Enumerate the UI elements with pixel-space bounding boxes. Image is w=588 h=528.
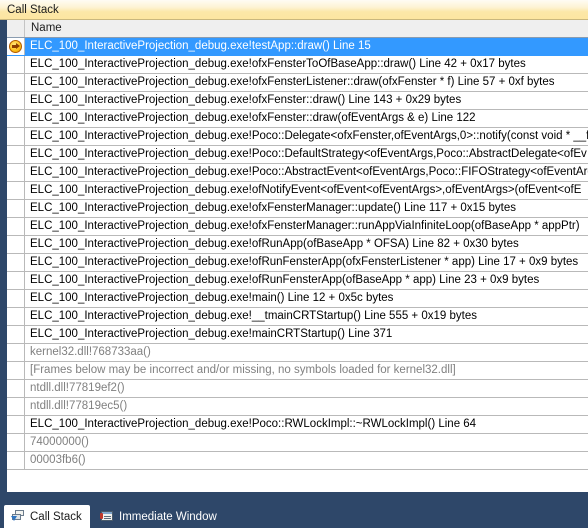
table-row[interactable]: ELC_100_InteractiveProjection_debug.exe!… [7,38,588,56]
stack-frame-name: ntdll.dll!77819ec5() [30,400,128,412]
table-row[interactable]: ELC_100_InteractiveProjection_debug.exe!… [7,308,588,326]
row-marker-cell [7,398,25,415]
stack-frame-name: ntdll.dll!77819ef2() [30,382,125,394]
stack-frame-name: ELC_100_InteractiveProjection_debug.exe!… [30,148,587,160]
table-row[interactable]: ntdll.dll!77819ef2() [7,380,588,398]
table-row[interactable]: ELC_100_InteractiveProjection_debug.exe!… [7,164,588,182]
stack-frame-name: ELC_100_InteractiveProjection_debug.exe!… [30,166,588,178]
table-row[interactable]: 74000000() [7,434,588,452]
table-row[interactable]: kernel32.dll!768733aa() [7,344,588,362]
table-row[interactable]: ELC_100_InteractiveProjection_debug.exe!… [7,182,588,200]
stack-frame-name: 00003fb6() [30,454,86,466]
call-stack-grid[interactable]: Name ELC_100_InteractiveProjection_debug… [7,20,588,492]
call-stack-window: Call Stack Name ELC_100_InteractiveProje… [0,0,588,528]
row-marker-cell [7,254,25,271]
stack-frame-name: ELC_100_InteractiveProjection_debug.exe!… [30,94,462,106]
table-row[interactable]: ELC_100_InteractiveProjection_debug.exe!… [7,218,588,236]
panel-title: Call Stack [7,4,59,16]
row-marker-cell [7,218,25,235]
table-row[interactable]: ELC_100_InteractiveProjection_debug.exe!… [7,416,588,434]
stack-frame-name: ELC_100_InteractiveProjection_debug.exe!… [30,40,371,52]
row-marker-cell [7,272,25,289]
table-row[interactable]: ELC_100_InteractiveProjection_debug.exe!… [7,200,588,218]
stack-frame-name: kernel32.dll!768733aa() [30,346,151,358]
table-row[interactable]: ELC_100_InteractiveProjection_debug.exe!… [7,74,588,92]
stack-frame-name: 74000000() [30,436,89,448]
table-row[interactable]: 00003fb6() [7,452,588,470]
stack-frame-name: ELC_100_InteractiveProjection_debug.exe!… [30,130,588,142]
table-row[interactable]: ELC_100_InteractiveProjection_debug.exe!… [7,236,588,254]
row-marker-cell [7,146,25,163]
stack-frame-name: ELC_100_InteractiveProjection_debug.exe!… [30,328,393,340]
table-row[interactable]: ELC_100_InteractiveProjection_debug.exe!… [7,128,588,146]
table-row[interactable]: [Frames below may be incorrect and/or mi… [7,362,588,380]
row-marker-cell [7,56,25,73]
column-header-name[interactable]: Name [25,20,588,37]
stack-frame-name: ELC_100_InteractiveProjection_debug.exe!… [30,274,540,286]
row-marker-cell [7,200,25,217]
grid-column-header: Name [7,20,588,38]
stack-frame-name: ELC_100_InteractiveProjection_debug.exe!… [30,256,579,268]
stack-frame-name: ELC_100_InteractiveProjection_debug.exe!… [30,310,477,322]
stack-frame-name: [Frames below may be incorrect and/or mi… [30,364,456,376]
stack-frame-name: ELC_100_InteractiveProjection_debug.exe!… [30,184,582,196]
stack-frame-name: ELC_100_InteractiveProjection_debug.exe!… [30,112,476,124]
current-statement-arrow-icon [9,40,22,53]
tab-call-stack[interactable]: Call Stack [4,505,90,528]
row-marker-cell [7,110,25,127]
row-marker-cell [7,362,25,379]
table-row[interactable]: ELC_100_InteractiveProjection_debug.exe!… [7,146,588,164]
table-row[interactable]: ELC_100_InteractiveProjection_debug.exe!… [7,290,588,308]
row-marker-cell [7,380,25,397]
row-marker-cell [7,452,25,469]
call-stack-row-list: ELC_100_InteractiveProjection_debug.exe!… [7,38,588,470]
table-row[interactable]: ELC_100_InteractiveProjection_debug.exe!… [7,56,588,74]
row-marker-cell [7,308,25,325]
row-marker-cell [7,74,25,91]
call-stack-icon [11,510,25,523]
table-row[interactable]: ELC_100_InteractiveProjection_debug.exe!… [7,272,588,290]
stack-frame-name: ELC_100_InteractiveProjection_debug.exe!… [30,220,580,232]
immediate-window-icon [100,510,114,523]
row-marker-cell [7,434,25,451]
row-marker-cell [7,326,25,343]
stack-frame-name: ELC_100_InteractiveProjection_debug.exe!… [30,58,526,70]
row-marker-cell [7,290,25,307]
stack-frame-name: ELC_100_InteractiveProjection_debug.exe!… [30,202,516,214]
stack-frame-name: ELC_100_InteractiveProjection_debug.exe!… [30,292,394,304]
row-marker-cell [7,92,25,109]
tab-immediate-window-label: Immediate Window [119,510,217,523]
table-row[interactable]: ELC_100_InteractiveProjection_debug.exe!… [7,92,588,110]
table-row[interactable]: ELC_100_InteractiveProjection_debug.exe!… [7,110,588,128]
panel-titlebar: Call Stack [0,0,588,20]
row-marker-cell [7,38,25,55]
table-row[interactable]: ELC_100_InteractiveProjection_debug.exe!… [7,254,588,272]
row-marker-cell [7,416,25,433]
row-marker-cell [7,182,25,199]
table-row[interactable]: ntdll.dll!77819ec5() [7,398,588,416]
stack-frame-name: ELC_100_InteractiveProjection_debug.exe!… [30,418,477,430]
row-marker-cell [7,164,25,181]
tab-call-stack-label: Call Stack [30,510,82,523]
table-row[interactable]: ELC_100_InteractiveProjection_debug.exe!… [7,326,588,344]
row-marker-cell [7,344,25,361]
stack-frame-name: ELC_100_InteractiveProjection_debug.exe!… [30,238,519,250]
tab-immediate-window[interactable]: Immediate Window [93,505,225,528]
stack-frame-name: ELC_100_InteractiveProjection_debug.exe!… [30,76,555,88]
row-marker-cell [7,236,25,253]
bottom-tab-strip: Call Stack Immediate Window [0,502,588,528]
row-marker-cell [7,128,25,145]
marker-column-header [7,20,25,37]
